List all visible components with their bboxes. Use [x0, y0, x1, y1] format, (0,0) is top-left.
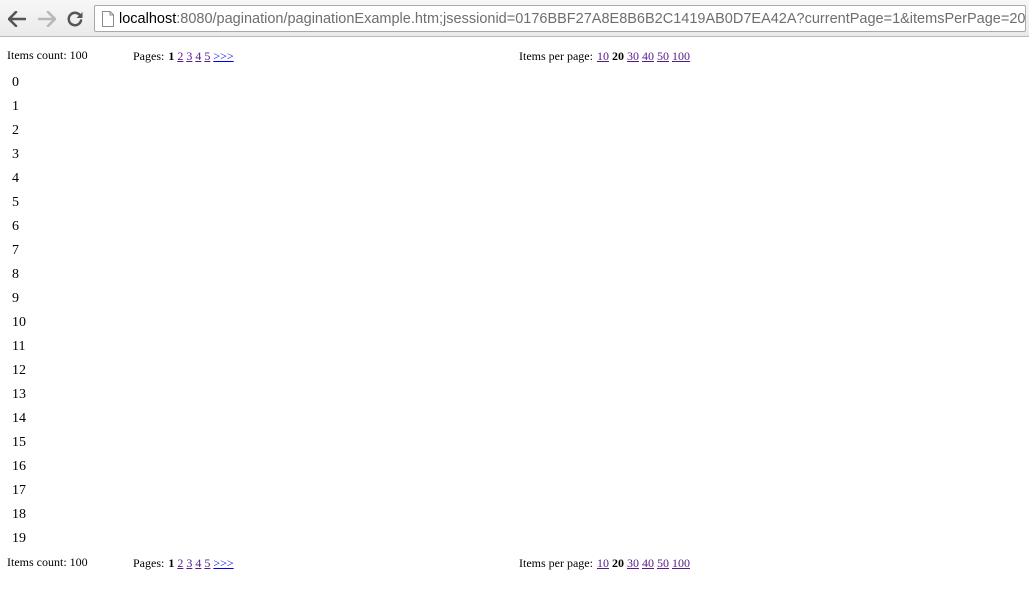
ipp-link-50[interactable]: 50: [657, 556, 669, 570]
url-host: localhost: [119, 11, 177, 27]
page-link-5[interactable]: 5: [204, 49, 210, 63]
pages-label: Pages:: [133, 556, 165, 570]
list-item: 19: [12, 531, 26, 546]
ipp-link-40[interactable]: 40: [642, 49, 654, 63]
list-item: 16: [12, 459, 26, 474]
items-per-page-nav: Items per page: 10 20 30 40 50 100: [519, 48, 690, 64]
back-arrow-icon: [8, 11, 26, 27]
list-item: 3: [12, 147, 19, 162]
back-button[interactable]: [6, 8, 28, 30]
current-page: 1: [168, 49, 175, 63]
items-per-page-label: Items per page:: [519, 49, 593, 63]
page-link-2[interactable]: 2: [177, 49, 183, 63]
list-item: 15: [12, 435, 26, 450]
items-count: Items count: 100: [7, 48, 88, 62]
items-per-page-label: Items per page:: [519, 556, 593, 570]
ipp-link-10[interactable]: 10: [597, 556, 609, 570]
next-pages-link[interactable]: >>>: [213, 49, 233, 63]
current-page: 1: [168, 556, 175, 570]
ipp-link-50[interactable]: 50: [657, 49, 669, 63]
forward-arrow-icon: [38, 11, 56, 27]
next-pages-link[interactable]: >>>: [213, 556, 233, 570]
ipp-link-30[interactable]: 30: [627, 49, 639, 63]
list-item: 12: [12, 363, 26, 378]
list-item: 2: [12, 123, 19, 138]
page-link-4[interactable]: 4: [195, 556, 201, 570]
pager-top: Items count: 100 Pages: 1 2 3 4 5 >>> Ite…: [0, 47, 1029, 63]
list-item: 18: [12, 507, 26, 522]
pages-label: Pages:: [133, 49, 165, 63]
ipp-link-10[interactable]: 10: [597, 49, 609, 63]
list-item: 7: [12, 243, 19, 258]
list-item: 4: [12, 171, 19, 186]
ipp-current: 20: [611, 556, 624, 570]
ipp-link-100[interactable]: 100: [672, 556, 690, 570]
list-item: 9: [12, 291, 19, 306]
list-item: 10: [12, 315, 26, 330]
page-link-5[interactable]: 5: [204, 556, 210, 570]
url-path: :8080/pagination/paginationExample.htm;j…: [176, 11, 1026, 27]
list-item: 13: [12, 387, 26, 402]
ipp-link-100[interactable]: 100: [672, 49, 690, 63]
reload-button[interactable]: [64, 8, 86, 30]
reload-icon: [67, 11, 83, 27]
page-link-4[interactable]: 4: [195, 49, 201, 63]
list-item: 17: [12, 483, 26, 498]
browser-toolbar: localhost:8080/pagination/paginationExam…: [0, 0, 1029, 37]
page-icon: [102, 11, 114, 27]
list-item: 0: [12, 75, 19, 90]
list-item: 5: [12, 195, 19, 210]
items-list: 0 1 2 3 4 5 6 7 8 9 10 11 12 13 14 15 16…: [12, 75, 26, 555]
ipp-current: 20: [611, 49, 624, 63]
page-link-2[interactable]: 2: [177, 556, 183, 570]
page-link-3[interactable]: 3: [186, 49, 192, 63]
ipp-link-30[interactable]: 30: [627, 556, 639, 570]
ipp-link-40[interactable]: 40: [642, 556, 654, 570]
pager-bottom: Items count: 100 Pages: 1 2 3 4 5 >>> Ite…: [0, 554, 1029, 570]
pages-nav: Pages: 1 2 3 4 5 >>>: [133, 48, 234, 64]
items-per-page-nav: Items per page: 10 20 30 40 50 100: [519, 555, 690, 571]
list-item: 11: [12, 339, 26, 354]
list-item: 6: [12, 219, 19, 234]
address-bar[interactable]: localhost:8080/pagination/paginationExam…: [94, 5, 1026, 32]
pages-nav: Pages: 1 2 3 4 5 >>>: [133, 555, 234, 571]
list-item: 14: [12, 411, 26, 426]
page-link-3[interactable]: 3: [186, 556, 192, 570]
items-count: Items count: 100: [7, 555, 88, 569]
list-item: 8: [12, 267, 19, 282]
url-text: localhost:8080/pagination/paginationExam…: [119, 10, 1025, 28]
forward-button[interactable]: [36, 8, 58, 30]
list-item: 1: [12, 99, 19, 114]
